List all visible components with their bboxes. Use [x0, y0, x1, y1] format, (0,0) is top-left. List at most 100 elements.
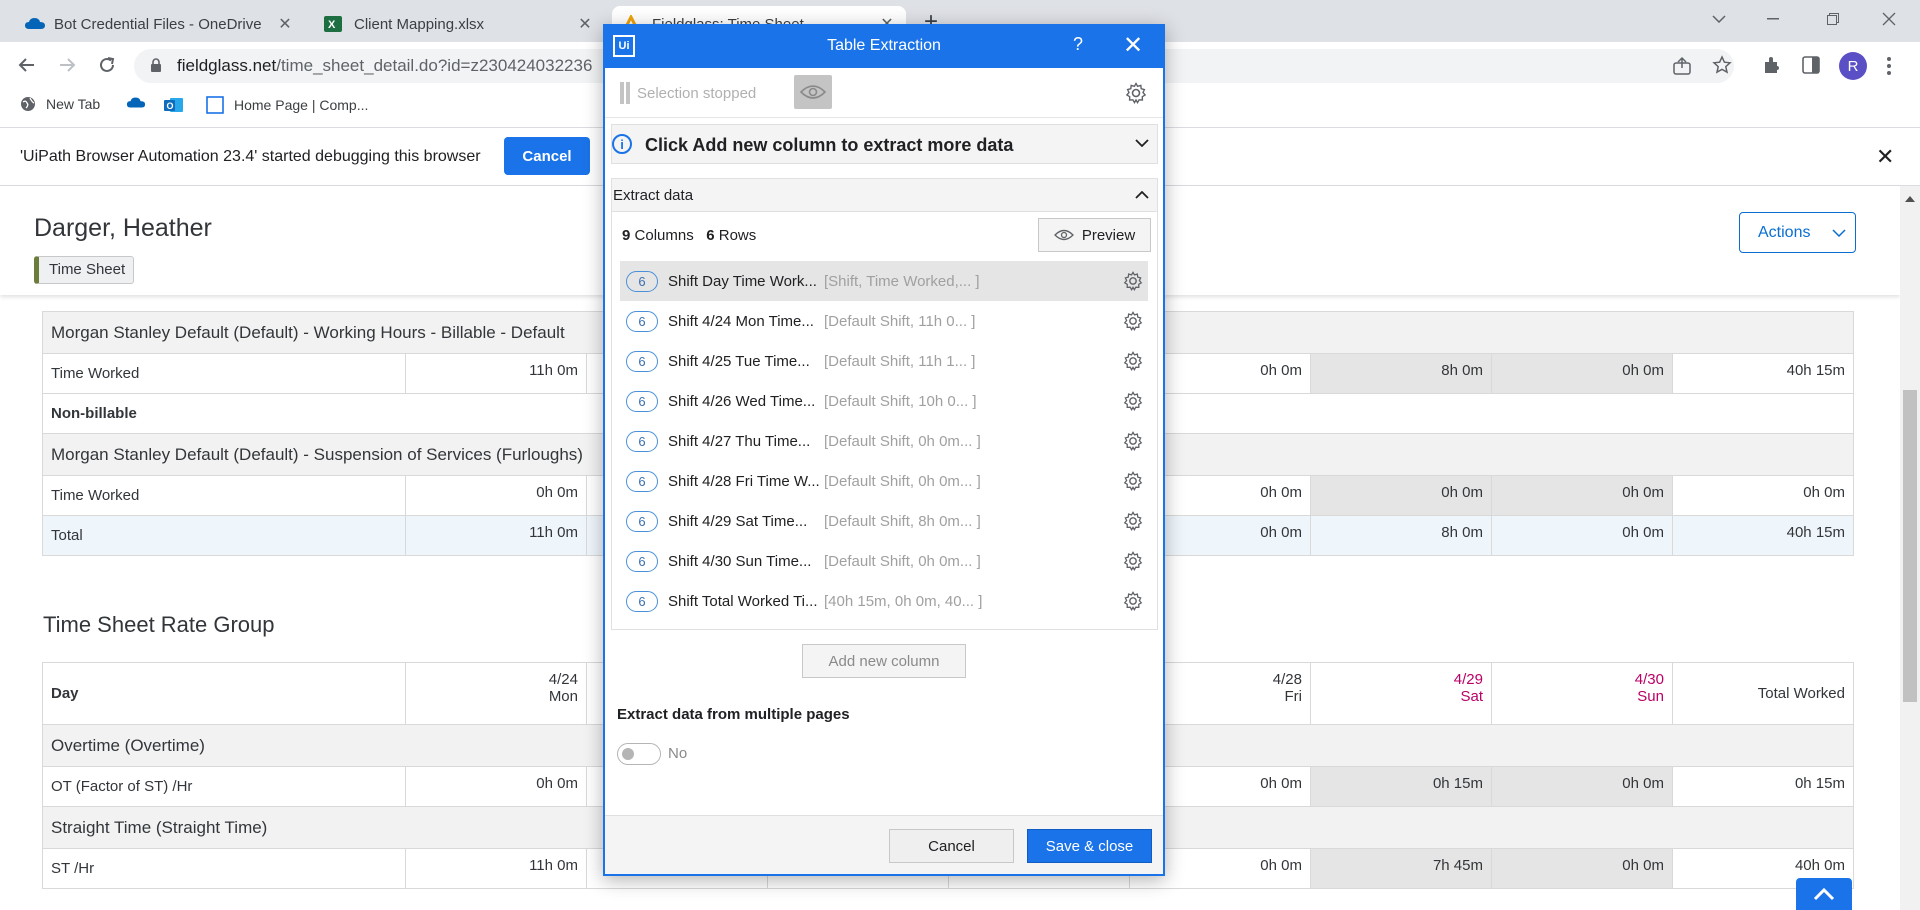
tab-search-icon[interactable] — [1696, 0, 1742, 38]
column-preview: [Shift, Time Worked,... ] — [824, 272, 980, 290]
column-settings-gear-icon[interactable] — [1118, 471, 1148, 491]
actions-button[interactable]: Actions — [1739, 212, 1856, 253]
svg-text:O: O — [167, 101, 174, 111]
tab-onedrive[interactable]: Bot Credential Files - OneDrive ✕ — [14, 6, 304, 42]
total-label: Total — [42, 515, 406, 556]
eye-icon — [800, 85, 826, 99]
sat-day: Sat — [1460, 688, 1483, 705]
chevron-down-icon[interactable] — [1135, 134, 1149, 152]
sat-cell: 0h 15m — [1310, 766, 1492, 807]
excel-icon: X — [324, 15, 342, 33]
settings-gear-icon[interactable] — [1125, 82, 1147, 109]
chevron-down-icon — [1832, 228, 1846, 237]
sun-header: 4/30 Sun — [1491, 662, 1673, 725]
mon-day: Mon — [548, 688, 578, 705]
add-new-column-button[interactable]: Add new column — [802, 644, 966, 678]
total-worked-header: Total Worked — [1672, 662, 1854, 725]
tab-client-mapping[interactable]: X Client Mapping.xlsx ✕ — [314, 6, 604, 42]
column-preview: [Default Shift, 11h 1... ] — [824, 352, 976, 370]
mon-cell: 0h 0m — [405, 766, 587, 807]
scroll-up-icon[interactable] — [1904, 190, 1916, 208]
extract-column-row[interactable]: 6 Shift 4/29 Sat Time... [Default Shift, 8… — [620, 501, 1148, 541]
rows-label: Rows — [718, 227, 757, 244]
columns-count: 9 — [622, 227, 631, 244]
scroll-to-top-button[interactable] — [1796, 878, 1852, 910]
debug-close-icon[interactable]: ✕ — [1876, 144, 1894, 170]
chrome-menu-icon[interactable] — [1886, 56, 1892, 81]
extract-column-row[interactable]: 6 Shift 4/25 Tue Time... [Default Shift, 1… — [620, 341, 1148, 381]
column-name: Shift 4/29 Sat Time... — [668, 512, 808, 530]
column-settings-gear-icon[interactable] — [1118, 431, 1148, 451]
extract-column-row[interactable]: 6 Shift Total Worked Ti... [40h 15m, 0h 0m… — [620, 581, 1148, 621]
bookmark-home-page[interactable]: Home Page | Comp... — [206, 96, 368, 114]
total-cell: 0h 15m — [1672, 766, 1854, 807]
chevron-up-icon[interactable] — [1135, 186, 1149, 204]
bookmark-label: Home Page | Comp... — [234, 97, 369, 113]
row-label: OT (Factor of ST) /Hr — [42, 766, 406, 807]
window-close-icon[interactable] — [1866, 0, 1912, 38]
forward-icon[interactable] — [52, 50, 82, 80]
dialog-close-icon[interactable]: ✕ — [1123, 31, 1143, 60]
column-settings-gear-icon[interactable] — [1118, 511, 1148, 531]
debug-cancel-button[interactable]: Cancel — [504, 137, 590, 175]
help-icon[interactable]: ? — [1073, 34, 1083, 55]
bookmark-outlook[interactable]: O — [164, 96, 184, 114]
preview-button[interactable]: Preview — [1038, 218, 1151, 252]
page-icon — [206, 96, 224, 114]
save-close-button[interactable]: Save & close — [1027, 829, 1152, 863]
column-name: Shift Total Worked Ti... — [668, 592, 818, 610]
extract-column-row[interactable]: 6 Shift 4/28 Fri Time W... [Default Shift,… — [620, 461, 1148, 501]
cancel-button[interactable]: Cancel — [889, 829, 1014, 863]
column-settings-gear-icon[interactable] — [1118, 351, 1148, 371]
pause-icon[interactable] — [620, 82, 630, 104]
column-settings-gear-icon[interactable] — [1118, 591, 1148, 611]
sun-cell: 0h 0m — [1491, 515, 1673, 556]
selection-status: Selection stopped — [637, 85, 757, 102]
url-path: /time_sheet_detail.do?id=z230424032236 — [276, 56, 593, 75]
tab-close-icon[interactable]: ✕ — [276, 14, 294, 34]
scrollbar-thumb[interactable] — [1903, 390, 1917, 702]
column-name: Shift 4/30 Sun Time... — [668, 552, 812, 570]
column-preview: [Default Shift, 0h 0m... ] — [824, 552, 981, 570]
share-icon[interactable] — [1672, 56, 1692, 81]
extract-column-row[interactable]: 6 Shift Day Time Work... [Shift, Time Work… — [620, 261, 1148, 301]
column-preview: [40h 15m, 0h 0m, 40... ] — [824, 592, 983, 610]
column-settings-gear-icon[interactable] — [1118, 391, 1148, 411]
column-settings-gear-icon[interactable] — [1118, 271, 1148, 291]
url-text[interactable]: fieldglass.net/time_sheet_detail.do?id=z… — [177, 56, 592, 76]
onedrive-icon — [24, 15, 45, 33]
onedrive-icon — [126, 97, 146, 108]
extract-data-header[interactable] — [611, 178, 1158, 212]
toggle-highlight-button[interactable] — [794, 75, 832, 109]
bookmark-star-icon[interactable] — [1712, 55, 1732, 80]
lock-icon[interactable] — [150, 58, 162, 78]
sat-cell: 8h 0m — [1310, 515, 1492, 556]
extract-column-row[interactable]: 6 Shift 4/30 Sun Time... [Default Shift, 0… — [620, 541, 1148, 581]
mon-header: 4/24 Mon — [405, 662, 587, 725]
eye-icon — [1053, 229, 1074, 241]
row-count-badge: 6 — [626, 470, 658, 492]
column-name: Shift 4/25 Tue Time... — [668, 352, 810, 370]
extract-column-row[interactable]: 6 Shift 4/27 Thu Time... [Default Shift, 0… — [620, 421, 1148, 461]
tab-close-icon[interactable]: ✕ — [576, 14, 594, 34]
multi-page-label: Extract data from multiple pages — [617, 706, 850, 723]
side-panel-icon[interactable] — [1802, 56, 1820, 79]
bookmark-onedrive[interactable] — [126, 96, 146, 110]
extensions-icon[interactable] — [1762, 55, 1782, 80]
restore-icon[interactable] — [1810, 0, 1856, 38]
back-icon[interactable] — [12, 50, 42, 80]
extract-column-row[interactable]: 6 Shift 4/26 Wed Time... [Default Shift, 1… — [620, 381, 1148, 421]
column-preview: [Default Shift, 11h 0... ] — [824, 312, 976, 330]
minimize-icon[interactable] — [1750, 0, 1796, 38]
column-settings-gear-icon[interactable] — [1118, 551, 1148, 571]
bookmark-new-tab[interactable]: New Tab — [20, 96, 100, 112]
profile-avatar[interactable]: R — [1839, 52, 1867, 80]
column-preview: [Default Shift, 10h 0... ] — [824, 392, 977, 410]
toggle-knob — [622, 748, 634, 760]
reload-icon[interactable] — [92, 50, 122, 80]
extract-column-row[interactable]: 6 Shift 4/24 Mon Time... [Default Shift, 1… — [620, 301, 1148, 341]
row-count-badge: 6 — [626, 430, 658, 452]
column-settings-gear-icon[interactable] — [1118, 311, 1148, 331]
outlook-icon: O — [164, 98, 183, 112]
column-name: Shift 4/24 Mon Time... — [668, 312, 814, 330]
